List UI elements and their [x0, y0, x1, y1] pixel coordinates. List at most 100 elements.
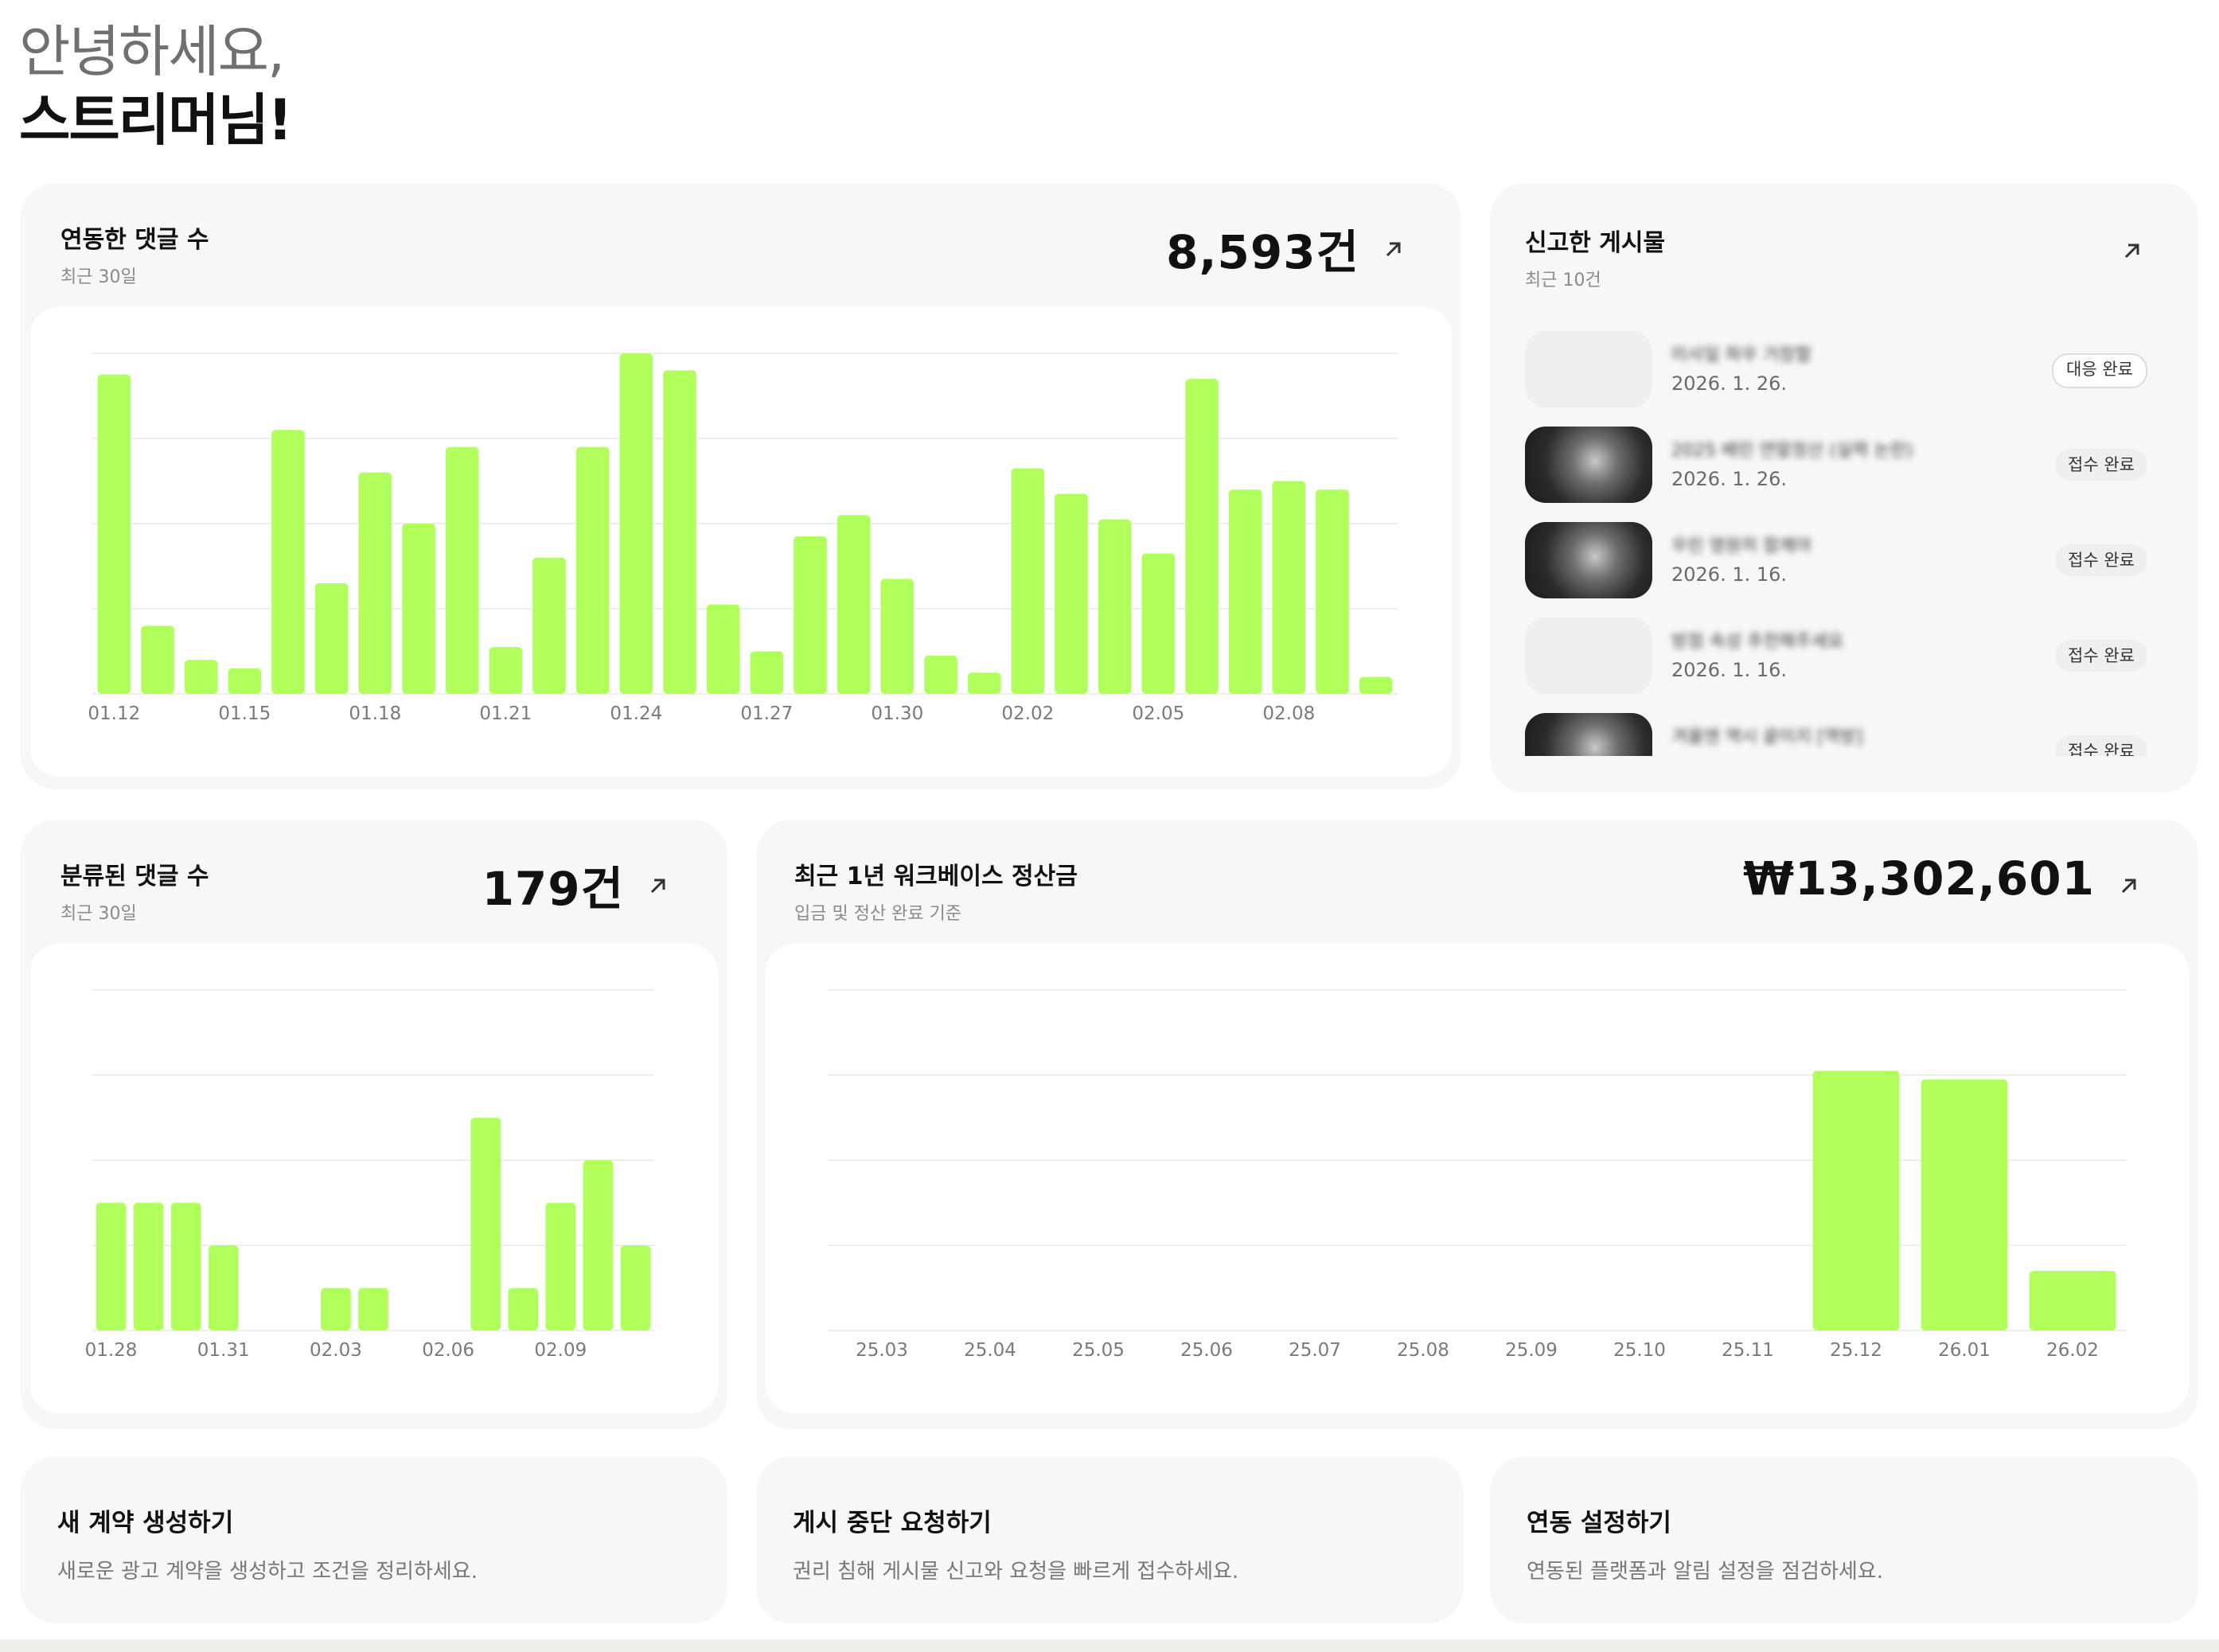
chart-bar[interactable]	[880, 579, 915, 694]
greeting-line-1: 안녕하세요,	[19, 19, 285, 84]
chart-bar[interactable]	[271, 430, 305, 694]
chart-bar[interactable]	[1272, 481, 1306, 695]
chart-bar[interactable]	[208, 1245, 239, 1331]
arrow-up-right-icon[interactable]	[2117, 874, 2141, 898]
chart-bar[interactable]	[1359, 676, 1393, 694]
linked-comments-card[interactable]: 연동한 댓글 수 최근 30일 8,593건 01.12 01.15 01.18 01…	[21, 183, 1461, 789]
chart-bar[interactable]	[489, 647, 523, 694]
bottom-strip	[0, 1639, 2219, 1652]
integration-settings-card[interactable]: 연동 설정하기 연동된 플랫폼과 알림 설정을 점검하세요.	[1490, 1456, 2198, 1623]
card-title: 신고한 게시물	[1525, 229, 1666, 257]
chart-bar[interactable]	[967, 672, 1001, 694]
chart-bar[interactable]	[1011, 468, 1045, 694]
status-badge: 접수 완료	[2055, 735, 2147, 756]
x-tick-label: 25.10	[1613, 1340, 1666, 1361]
chart-bar[interactable]	[228, 668, 262, 694]
x-tick-label: 02.05	[1132, 703, 1184, 724]
chart-bar[interactable]	[663, 370, 696, 694]
chart-bar[interactable]	[1185, 379, 1219, 694]
chart-bar[interactable]	[402, 524, 435, 694]
card-title: 연동한 댓글 수	[60, 226, 209, 254]
chart-bar[interactable]	[358, 472, 392, 694]
card-subtitle: 최근 10건	[1525, 271, 1601, 290]
x-tick-label: 02.09	[534, 1340, 587, 1361]
x-tick-label: 25.07	[1289, 1340, 1341, 1361]
card-subtitle: 최근 30일	[60, 904, 137, 924]
report-item[interactable]: 방점 속성 추천해주세요 2026. 1. 16. 접수 완료	[1525, 618, 2147, 694]
report-item[interactable]: 2025 배민 연말정산 (실력 논란) 2026. 1. 26. 접수 완료	[1525, 427, 2147, 503]
x-tick-label: 25.05	[1072, 1340, 1125, 1361]
report-item[interactable]: 우린 영원히 함께야 2026. 1. 16. 접수 완료	[1525, 522, 2147, 598]
chart-panel: 25.03 25.04 25.05 25.06 25.07 25.08 25.09 25.10…	[766, 944, 2189, 1413]
comments-total: 8,593건	[1166, 225, 1359, 279]
chart-bar[interactable]	[358, 1288, 388, 1331]
chart-bar[interactable]	[96, 1202, 127, 1331]
chart-bar[interactable]	[794, 536, 827, 694]
chart-bar[interactable]	[1316, 489, 1349, 694]
chart-bar[interactable]	[2029, 1271, 2116, 1331]
chart-bar[interactable]	[750, 651, 784, 695]
arrow-up-right-icon[interactable]	[2120, 239, 2144, 263]
chart-bar[interactable]	[170, 1202, 201, 1331]
greeting-line-2: 스트리머님!	[19, 88, 293, 153]
x-tick-label: 25.06	[1180, 1340, 1233, 1361]
chart-bar[interactable]	[1921, 1079, 2008, 1331]
arrow-up-right-icon[interactable]	[646, 874, 670, 898]
action-title: 새 계약 생성하기	[57, 1509, 234, 1537]
report-list: 미사일 파우 거창할 2026. 1. 26. 대응 완료 2025 배민 연말…	[1525, 331, 2147, 756]
settlement-card[interactable]: 최근 1년 워크베이스 정산금 입금 및 정산 완료 기준 ₩13,302,60…	[756, 820, 2198, 1429]
post-title: 2025 배민 연말정산 (실력 논란)	[1671, 441, 1913, 461]
chart-bar[interactable]	[1141, 553, 1176, 694]
x-tick-label: 02.02	[1001, 703, 1054, 724]
chart-bar[interactable]	[470, 1117, 501, 1331]
report-item[interactable]: 겨울엔 역시 끝이지 [역방] 접수 완료	[1525, 713, 2147, 756]
x-tick-label: 26.01	[1938, 1340, 1991, 1361]
action-description: 연동된 플랫폼과 알림 설정을 점검하세요.	[1527, 1560, 1883, 1584]
arrow-up-right-icon[interactable]	[1382, 237, 1406, 261]
settlement-total: ₩13,302,601	[1743, 851, 2095, 906]
status-badge: 대응 완료	[2052, 353, 2147, 388]
new-contract-card[interactable]: 새 계약 생성하기 새로운 광고 계약을 생성하고 조건을 정리하세요.	[21, 1456, 727, 1623]
chart-bar[interactable]	[1812, 1070, 1900, 1331]
chart-bar[interactable]	[97, 374, 131, 694]
chart-bar[interactable]	[532, 557, 566, 694]
chart-bar[interactable]	[706, 604, 740, 694]
classified-comments-chart: 01.28 01.31 02.03 02.06 02.09	[85, 989, 654, 1361]
chart-bar[interactable]	[321, 1288, 351, 1331]
chart-bar[interactable]	[924, 655, 957, 694]
report-item[interactable]: 미사일 파우 거창할 2026. 1. 26. 대응 완료	[1525, 331, 2147, 407]
x-tick-label: 01.31	[197, 1340, 250, 1361]
chart-bar[interactable]	[508, 1288, 539, 1331]
reported-posts-card[interactable]: 신고한 게시물 최근 10건 미사일 파우 거창할 2026. 1. 26. 대…	[1490, 183, 2198, 793]
action-title: 게시 중단 요청하기	[793, 1509, 992, 1537]
x-tick-label: 25.12	[1830, 1340, 1882, 1361]
x-tick-label: 01.28	[85, 1340, 138, 1361]
chart-bar[interactable]	[1228, 489, 1262, 694]
chart-bar[interactable]	[1098, 519, 1132, 694]
chart-bar[interactable]	[575, 446, 610, 694]
chart-bar[interactable]	[583, 1160, 614, 1331]
settlement-chart: 25.03 25.04 25.05 25.06 25.07 25.08 25.09 25.10…	[828, 989, 2127, 1361]
classified-comments-card[interactable]: 분류된 댓글 수 최근 30일 179건 01.28 01.31 02.03 02.0…	[21, 820, 727, 1429]
report-date: 2026. 1. 16.	[1671, 563, 1788, 586]
x-tick-label: 01.18	[349, 703, 401, 724]
chart-bar[interactable]	[620, 1245, 651, 1331]
chart-bar[interactable]	[133, 1202, 164, 1331]
x-tick-label: 25.08	[1397, 1340, 1449, 1361]
greeting: 안녕하세요, 스트리머님!	[19, 18, 293, 154]
chart-bar[interactable]	[314, 582, 349, 694]
chart-bar[interactable]	[619, 353, 653, 694]
chart-panel: 01.12 01.15 01.18 01.21 01.24 01.27 01.30 02.02…	[30, 307, 1452, 777]
chart-bar[interactable]	[545, 1202, 576, 1331]
action-description: 새로운 광고 계약을 생성하고 조건을 정리하세요.	[57, 1560, 478, 1584]
chart-bar[interactable]	[837, 515, 871, 694]
chart-bar[interactable]	[141, 625, 174, 694]
x-tick-label: 01.12	[88, 703, 140, 724]
post-thumbnail	[1525, 331, 1652, 407]
action-description: 권리 침해 게시물 신고와 요청을 빠르게 접수하세요.	[793, 1560, 1239, 1584]
takedown-request-card[interactable]: 게시 중단 요청하기 권리 침해 게시물 신고와 요청을 빠르게 접수하세요.	[756, 1456, 1463, 1623]
chart-bar[interactable]	[1055, 493, 1088, 694]
report-date: 2026. 1. 16.	[1671, 659, 1788, 681]
chart-bar[interactable]	[445, 446, 479, 694]
chart-bar[interactable]	[184, 660, 218, 694]
